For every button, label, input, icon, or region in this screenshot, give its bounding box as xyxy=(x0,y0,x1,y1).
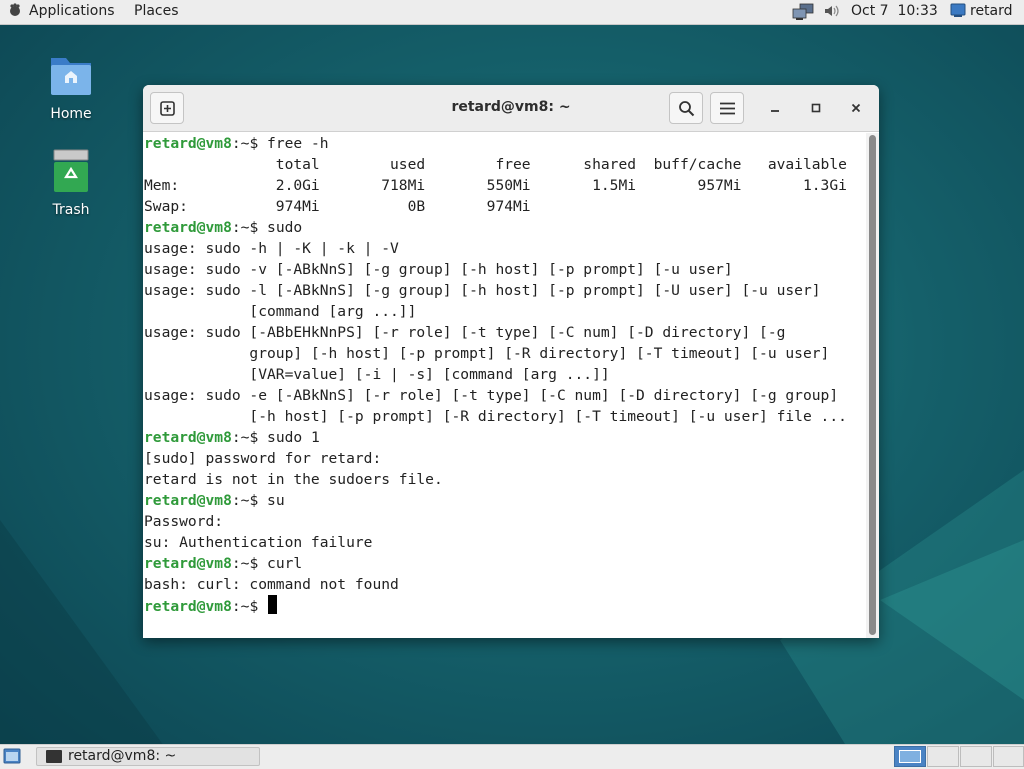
terminal-output-line: total used free shared buff/cache availa… xyxy=(144,154,865,175)
prompt-separator: :~$ xyxy=(231,492,268,509)
prompt-separator: :~$ xyxy=(231,429,268,446)
output-text: Password: xyxy=(144,513,224,530)
output-text: bash: curl: command not found xyxy=(144,576,399,593)
output-text: Mem: 2.0Gi 718Mi 550Mi 1.5Mi 957Mi 1.3Gi xyxy=(144,177,847,194)
output-text: [command [arg ...]] xyxy=(144,303,417,320)
terminal-prompt-line: retard@vm8:~$ free -h xyxy=(144,133,865,154)
prompt-user-host: retard@vm8 xyxy=(144,429,232,446)
workspace-4[interactable] xyxy=(993,746,1024,767)
taskbar-window-label: retard@vm8: ~ xyxy=(68,748,177,764)
output-text: total used free shared buff/cache availa… xyxy=(144,156,847,173)
search-icon xyxy=(679,101,695,117)
prompt-user-host: retard@vm8 xyxy=(144,492,232,509)
prompt-user-host: retard@vm8 xyxy=(144,135,232,152)
terminal-output[interactable]: retard@vm8:~$ free -h total used free sh… xyxy=(143,133,865,638)
window-titlebar[interactable]: retard@vm8: ~ xyxy=(143,85,879,132)
output-text: su: Authentication failure xyxy=(144,534,373,551)
command-text: su xyxy=(267,492,285,509)
prompt-separator: :~$ xyxy=(231,135,268,152)
output-text: usage: sudo -h | -K | -k | -V xyxy=(144,240,399,257)
bottom-panel: retard@vm8: ~ xyxy=(0,744,1024,769)
folder-home-icon xyxy=(51,58,91,95)
menu-button[interactable] xyxy=(710,92,744,124)
desktop-icon-home[interactable]: Home xyxy=(31,50,111,122)
workspace-1[interactable] xyxy=(894,746,926,767)
terminal-output-line: [-h host] [-p prompt] [-R directory] [-T… xyxy=(144,406,865,427)
terminal-prompt-line: retard@vm8:~$ sudo 1 xyxy=(144,427,865,448)
terminal-output-line: usage: sudo -e [-ABkNnS] [-r role] [-t t… xyxy=(144,385,865,406)
desktop-icon-label: Home xyxy=(50,106,92,122)
prompt-separator: :~$ xyxy=(231,219,268,236)
desktop-icon-label: Trash xyxy=(52,202,90,218)
terminal-output-line: usage: sudo -l [-ABkNnS] [-g group] [-h … xyxy=(144,280,865,301)
prompt-separator: :~$ xyxy=(231,598,268,615)
terminal-prompt-line: retard@vm8:~$ su xyxy=(144,490,865,511)
terminal-output-line: su: Authentication failure xyxy=(144,532,865,553)
terminal-output-line: [command [arg ...]] xyxy=(144,301,865,322)
terminal-icon xyxy=(46,750,62,763)
output-text: [VAR=value] [-i | -s] [command [arg ...]… xyxy=(144,366,610,383)
terminal-prompt-line: retard@vm8:~$ xyxy=(144,595,865,616)
terminal-output-line: usage: sudo [-ABbEHkNnPS] [-r role] [-t … xyxy=(144,322,865,343)
menu-icon xyxy=(720,102,735,115)
trash-icon xyxy=(53,149,89,192)
output-text: [sudo] password for retard: xyxy=(144,450,382,467)
terminal-output-line: usage: sudo -h | -K | -k | -V xyxy=(144,238,865,259)
command-text: free -h xyxy=(267,135,329,152)
search-button[interactable] xyxy=(669,92,703,124)
terminal-scrollbar[interactable] xyxy=(866,133,879,638)
prompt-user-host: retard@vm8 xyxy=(144,555,232,572)
workspace-2[interactable] xyxy=(927,746,959,767)
command-text: sudo xyxy=(267,219,303,236)
maximize-icon[interactable] xyxy=(808,100,824,116)
prompt-user-host: retard@vm8 xyxy=(144,219,232,236)
workspace-3[interactable] xyxy=(960,746,992,767)
terminal-prompt-line: retard@vm8:~$ curl xyxy=(144,553,865,574)
output-text: usage: sudo -v [-ABkNnS] [-g group] [-h … xyxy=(144,261,733,278)
output-text: usage: sudo -e [-ABkNnS] [-r role] [-t t… xyxy=(144,387,839,404)
terminal-output-line: Swap: 974Mi 0B 974Mi xyxy=(144,196,865,217)
output-text: group] [-h host] [-p prompt] [-R directo… xyxy=(144,345,830,362)
command-text: curl xyxy=(267,555,303,572)
output-text: usage: sudo [-ABbEHkNnPS] [-r role] [-t … xyxy=(144,324,786,341)
terminal-cursor xyxy=(268,595,278,614)
scrollbar-thumb[interactable] xyxy=(869,135,876,635)
show-desktop-icon[interactable] xyxy=(3,748,21,765)
output-text: [-h host] [-p prompt] [-R directory] [-T… xyxy=(144,408,847,425)
output-text: retard is not in the sudoers file. xyxy=(144,471,443,488)
workspace-window-preview xyxy=(899,750,921,763)
taskbar-window-button[interactable]: retard@vm8: ~ xyxy=(36,747,260,766)
prompt-separator: :~$ xyxy=(231,555,268,572)
command-text: sudo 1 xyxy=(267,429,320,446)
terminal-output-line: [VAR=value] [-i | -s] [command [arg ...]… xyxy=(144,364,865,385)
terminal-output-line: Mem: 2.0Gi 718Mi 550Mi 1.5Mi 957Mi 1.3Gi xyxy=(144,175,865,196)
terminal-output-line: [sudo] password for retard: xyxy=(144,448,865,469)
prompt-user-host: retard@vm8 xyxy=(144,598,232,615)
output-text: Swap: 974Mi 0B 974Mi xyxy=(144,198,531,215)
terminal-window[interactable]: retard@vm8: ~ retard@vm8:~$ free -h tota… xyxy=(143,85,879,638)
minimize-icon[interactable] xyxy=(767,100,783,116)
terminal-prompt-line: retard@vm8:~$ sudo xyxy=(144,217,865,238)
terminal-output-line: usage: sudo -v [-ABkNnS] [-g group] [-h … xyxy=(144,259,865,280)
terminal-output-line: bash: curl: command not found xyxy=(144,574,865,595)
desktop-icon-trash[interactable]: Trash xyxy=(31,148,111,218)
terminal-output-line: retard is not in the sudoers file. xyxy=(144,469,865,490)
close-icon[interactable] xyxy=(848,100,864,116)
terminal-output-line: group] [-h host] [-p prompt] [-R directo… xyxy=(144,343,865,364)
output-text: usage: sudo -l [-ABkNnS] [-g group] [-h … xyxy=(144,282,821,299)
terminal-output-line: Password: xyxy=(144,511,865,532)
